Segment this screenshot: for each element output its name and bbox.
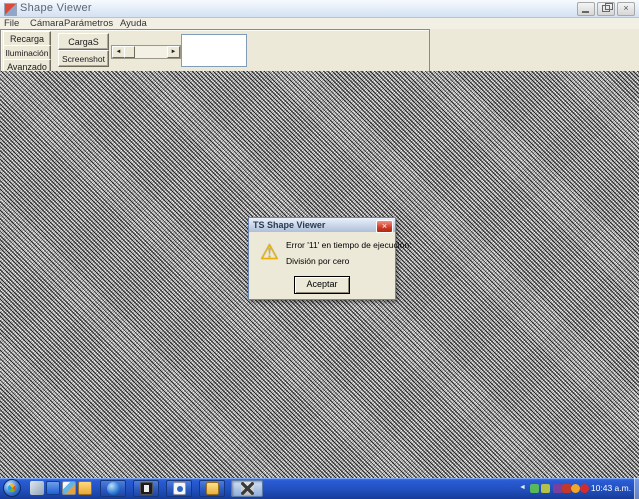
folder-icon xyxy=(206,482,219,495)
taskbar-button-document[interactable] xyxy=(166,480,192,497)
window-title: Shape Viewer xyxy=(20,2,92,14)
minimize-button[interactable] xyxy=(577,2,595,16)
taskbar-button-app2[interactable] xyxy=(133,480,159,497)
quick-launch-folder-icon[interactable] xyxy=(78,481,92,495)
start-button[interactable] xyxy=(3,479,21,497)
window-controls: × xyxy=(577,2,635,16)
shape-viewer-icon xyxy=(241,482,254,495)
show-desktop-button[interactable] xyxy=(634,478,639,499)
restore-icon xyxy=(602,5,610,12)
menu-ayuda[interactable]: Ayuda xyxy=(118,18,149,29)
scrollbar-thumb[interactable] xyxy=(124,46,135,58)
quick-launch-pictures-icon[interactable] xyxy=(62,481,76,495)
window-titlebar: Shape Viewer × xyxy=(0,0,639,18)
browser-icon xyxy=(107,482,120,495)
windows-logo-icon xyxy=(6,482,17,493)
app-icon xyxy=(4,3,17,16)
tray-icon-purple[interactable] xyxy=(553,484,562,493)
app2-icon xyxy=(140,482,153,495)
warning-icon: ⚠ xyxy=(260,240,279,265)
screenshot-button[interactable]: Screenshot xyxy=(58,50,109,67)
error-message-line1: Error '11' en tiempo de ejecución: xyxy=(286,240,411,250)
tray-icon-olive[interactable] xyxy=(541,484,550,493)
taskbar-button-shape-viewer[interactable] xyxy=(231,480,263,497)
tray-icon-orange[interactable] xyxy=(571,484,580,493)
quick-launch-launcher-icon[interactable] xyxy=(30,481,44,495)
taskbar-clock[interactable]: 10:43 a.m. xyxy=(589,483,633,493)
aceptar-button[interactable]: Aceptar xyxy=(294,276,350,294)
scroll-right-arrow-icon[interactable]: ► xyxy=(167,46,180,58)
toolbar-panel: Recarga Iluminación Avanzado CargaS Scre… xyxy=(0,29,430,73)
menu-camera[interactable]: Cámara xyxy=(28,18,66,29)
restore-button[interactable] xyxy=(597,2,615,16)
carga-button[interactable]: CargaS xyxy=(58,33,109,50)
error-dialog: TS Shape Viewer × ⚠ Error '11' en tiempo… xyxy=(248,217,396,300)
document-icon xyxy=(173,482,186,495)
quick-launch-media-icon[interactable] xyxy=(46,481,60,495)
taskbar: ◄ 10:43 a.m. xyxy=(0,478,639,499)
taskbar-button-browser[interactable] xyxy=(100,480,126,497)
dialog-title: TS Shape Viewer xyxy=(249,220,325,230)
error-message-line2: División por cero xyxy=(286,256,349,266)
tray-icon-alert[interactable] xyxy=(580,484,589,493)
tray-icon-green[interactable] xyxy=(530,484,539,493)
tray-chevron-icon[interactable]: ◄ xyxy=(519,484,526,491)
dialog-body: ⚠ Error '11' en tiempo de ejecución: Div… xyxy=(249,232,395,299)
close-button[interactable]: × xyxy=(617,2,635,16)
taskbar-button-folder[interactable] xyxy=(199,480,225,497)
zoom-scrollbar[interactable]: ◄ ► xyxy=(111,45,181,59)
menubar: File Cámara Parámetros Ayuda xyxy=(0,18,639,29)
dialog-titlebar: TS Shape Viewer × xyxy=(249,218,395,232)
menu-file[interactable]: File xyxy=(2,18,21,29)
desktop-screen: Shape Viewer × File Cámara Parámetros Ay… xyxy=(0,0,639,499)
tray-icon-red[interactable] xyxy=(562,484,571,493)
menu-parametros[interactable]: Parámetros xyxy=(62,18,115,29)
shape-list-box[interactable] xyxy=(181,34,247,67)
minimize-icon xyxy=(582,11,589,13)
